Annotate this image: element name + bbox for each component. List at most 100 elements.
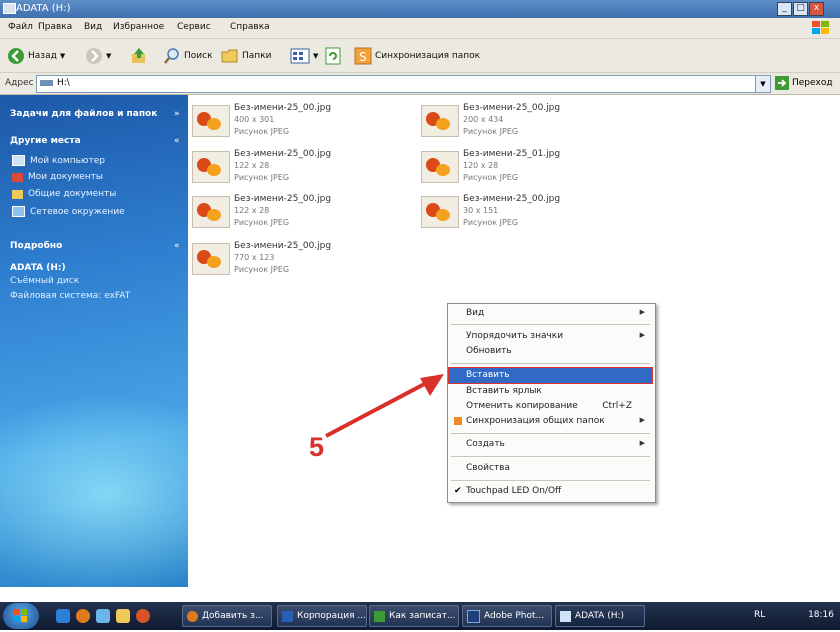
back-arrow-icon <box>8 48 24 64</box>
views-icon <box>290 48 310 64</box>
file-tasks-chevron-icon[interactable]: » <box>174 109 180 119</box>
menu-item-paste[interactable]: Вставить <box>448 367 653 384</box>
quicklaunch-ie-icon[interactable] <box>56 609 70 623</box>
menu-item-touchpad-led[interactable]: ✔ Touchpad LED On/Off <box>449 484 652 499</box>
address-bar: Адрес H:\ ▼ Переход <box>0 73 840 95</box>
search-button[interactable]: Поиск <box>163 46 213 66</box>
word-task-icon <box>282 610 293 622</box>
annotation-arrow-icon <box>325 374 444 438</box>
file-name: Без-имени-25_01.jpg <box>463 149 561 159</box>
menu-item-label: Упорядочить значки <box>466 331 564 341</box>
list-item[interactable]: Без-имени-25_00.jpg 122 x 28 Рисунок JPE… <box>192 145 392 190</box>
refresh-toolbar-button[interactable] <box>325 46 341 66</box>
menu-item-undo-copy[interactable]: Отменить копирование Ctrl+Z <box>449 399 652 414</box>
task-button-explorer[interactable]: ADATA (H:) <box>555 605 645 627</box>
quicklaunch-folder-icon[interactable] <box>116 609 130 623</box>
menu-item-view[interactable]: Вид ▶ <box>449 306 652 321</box>
menu-view[interactable]: Вид <box>84 22 102 32</box>
taskbar: Добавить з... Корпорация ... Как записат… <box>0 602 840 630</box>
file-dimensions: 200 x 434 <box>463 115 504 124</box>
views-dropdown-icon[interactable]: ▼ <box>313 52 318 60</box>
language-indicator[interactable]: RL <box>754 610 765 620</box>
details-header[interactable]: Подробно <box>10 241 62 251</box>
other-places-chevron-icon[interactable]: « <box>174 136 180 146</box>
list-item[interactable]: Без-имени-25_00.jpg 30 x 151 Рисунок JPE… <box>421 190 621 235</box>
menu-help[interactable]: Справка <box>230 22 270 32</box>
task-button-word[interactable]: Корпорация ... <box>277 605 367 627</box>
browser-task-icon <box>187 610 198 622</box>
submenu-arrow-icon: ▶ <box>639 308 645 316</box>
place-label: Сетевое окружение <box>30 206 125 217</box>
up-folder-button[interactable] <box>130 46 148 66</box>
quicklaunch-browser-icon[interactable] <box>76 609 90 623</box>
menu-favorites[interactable]: Избранное <box>113 22 164 32</box>
address-dropdown-icon[interactable]: ▼ <box>755 76 770 92</box>
file-dimensions: 30 x 151 <box>463 206 499 215</box>
go-button[interactable]: Переход <box>775 76 833 90</box>
go-arrow-icon <box>775 76 789 90</box>
menu-item-arrange[interactable]: Упорядочить значки ▶ <box>449 329 652 344</box>
menu-item-sync-shared[interactable]: Синхронизация общих папок ▶ <box>449 414 652 429</box>
sync-folders-button[interactable]: S Синхронизация папок <box>354 46 480 66</box>
place-my-computer[interactable]: Мой компьютер <box>12 155 105 166</box>
folder-icon <box>221 49 238 63</box>
menu-item-paste-shortcut[interactable]: Вставить ярлык <box>449 384 652 399</box>
menu-item-label: Создать <box>466 439 505 449</box>
forward-dropdown-icon[interactable]: ▼ <box>106 52 111 60</box>
task-label: ADATA (H:) <box>575 611 625 621</box>
file-tasks-header[interactable]: Задачи для файлов и папок <box>10 109 157 119</box>
start-button[interactable] <box>3 603 39 629</box>
menu-tools[interactable]: Сервис <box>177 22 211 32</box>
menu-item-label: Свойства <box>466 463 510 473</box>
window-title: ADATA (H:) <box>16 3 71 14</box>
task-button-browser[interactable]: Добавить з... <box>182 605 272 627</box>
submenu-arrow-icon: ▶ <box>639 416 645 424</box>
list-item[interactable]: Без-имени-25_01.jpg 120 x 28 Рисунок JPE… <box>421 145 621 190</box>
task-button-photoshop[interactable]: Adobe Phot... <box>462 605 552 627</box>
other-places-header[interactable]: Другие места <box>10 136 81 146</box>
back-button[interactable]: Назад ▼ <box>7 46 65 66</box>
address-input[interactable]: H:\ ▼ <box>36 75 771 93</box>
list-item[interactable]: Без-имени-25_00.jpg 200 x 434 Рисунок JP… <box>421 99 621 144</box>
quicklaunch-firefox-icon[interactable] <box>136 609 150 623</box>
details-drive-name: ADATA (H:) <box>10 263 66 273</box>
views-button[interactable]: ▼ <box>290 46 318 66</box>
close-button[interactable]: x <box>809 2 824 16</box>
address-label: Адрес <box>5 78 34 88</box>
image-thumbnail <box>421 151 459 183</box>
menu-item-label: Синхронизация общих папок <box>466 416 605 426</box>
details-chevron-icon[interactable]: « <box>174 241 180 251</box>
list-item[interactable]: Без-имени-25_00.jpg 122 x 28 Рисунок JPE… <box>192 190 392 235</box>
menu-item-refresh[interactable]: Обновить <box>449 344 652 359</box>
menu-item-properties[interactable]: Свойства <box>449 461 652 476</box>
place-my-documents[interactable]: Мои документы <box>12 172 103 182</box>
clock[interactable]: 18:16 <box>808 610 834 620</box>
task-label: Как записат... <box>389 611 456 621</box>
go-label: Переход <box>792 78 833 88</box>
place-shared-documents[interactable]: Общие документы <box>12 189 116 199</box>
menu-file[interactable]: Файл <box>8 22 33 32</box>
list-item[interactable]: Без-имени-25_00.jpg 770 x 123 Рисунок JP… <box>192 237 392 282</box>
file-name: Без-имени-25_00.jpg <box>234 149 332 159</box>
place-network[interactable]: Сетевое окружение <box>12 206 125 217</box>
maximize-button[interactable]: □ <box>793 2 808 16</box>
back-dropdown-icon[interactable]: ▼ <box>60 52 65 60</box>
quicklaunch-desktop-icon[interactable] <box>96 609 110 623</box>
minimize-button[interactable]: _ <box>777 2 792 16</box>
windows-start-icon <box>14 609 27 622</box>
address-value: H:\ <box>57 78 70 88</box>
back-label: Назад <box>28 51 57 61</box>
shared-folder-icon <box>12 189 23 199</box>
menu-item-label: Вставить ярлык <box>466 386 542 396</box>
forward-button[interactable]: ▼ <box>85 46 111 66</box>
image-thumbnail <box>192 243 230 275</box>
task-button-document[interactable]: Как записат... <box>369 605 459 627</box>
list-item[interactable]: Без-имени-25_00.jpg 400 x 301 Рисунок JP… <box>192 99 392 144</box>
menu-edit[interactable]: Правка <box>38 22 72 32</box>
image-thumbnail <box>421 196 459 228</box>
file-type: Рисунок JPEG <box>234 173 290 182</box>
file-name: Без-имени-25_00.jpg <box>234 241 332 251</box>
folders-button[interactable]: Папки <box>221 46 271 66</box>
menu-item-label: Обновить <box>466 346 512 356</box>
menu-item-new[interactable]: Создать ▶ <box>449 437 652 452</box>
